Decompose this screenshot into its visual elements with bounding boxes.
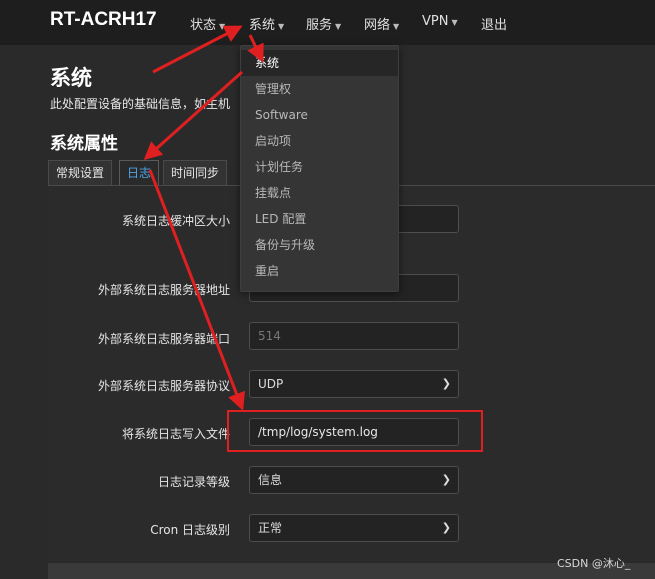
arrow-to-system-item bbox=[247, 34, 264, 63]
arrow-to-log-file bbox=[148, 169, 245, 411]
watermark: CSDN @沐心_ bbox=[557, 557, 631, 570]
arrow-to-log-tab bbox=[143, 70, 244, 161]
arrow-to-system-menu bbox=[152, 25, 243, 74]
annotation-arrows bbox=[143, 25, 264, 411]
